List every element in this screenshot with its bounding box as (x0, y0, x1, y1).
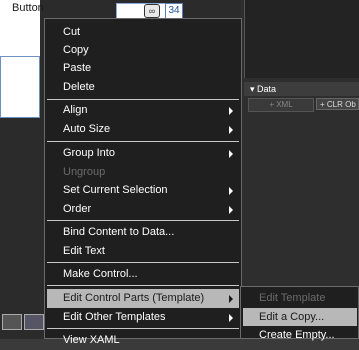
template-submenu: Edit Template Edit a Copy... Create Empt… (240, 286, 359, 341)
menu-item-make-control[interactable]: Make Control... (47, 265, 239, 284)
selected-element-label: Button (12, 2, 44, 14)
link-icon[interactable]: ∞ (144, 4, 160, 18)
grid-view-icon[interactable] (2, 314, 22, 330)
data-panel-header[interactable]: ▾ Data (244, 82, 359, 96)
menu-item-order[interactable]: Order (47, 200, 239, 219)
menu-separator (47, 262, 239, 263)
menu-item-align[interactable]: Align (47, 101, 239, 120)
menu-item-label: Edit Control Parts (Template) (63, 292, 205, 304)
menu-item-paste[interactable]: Paste (47, 59, 239, 78)
collapse-triangle-icon[interactable]: ▾ (250, 84, 257, 94)
submenu-arrow-icon (229, 187, 233, 195)
menu-item-edit-other-templates[interactable]: Edit Other Templates (47, 308, 239, 327)
menu-item-label: Edit Other Templates (63, 311, 166, 323)
menu-separator (47, 285, 239, 286)
snap-grid-icon[interactable] (24, 314, 44, 330)
menu-item-edit-control-parts[interactable]: Edit Control Parts (Template) (47, 289, 239, 308)
properties-area (244, 0, 359, 78)
menu-item-label: Set Current Selection (63, 184, 168, 196)
menu-item-set-current-selection[interactable]: Set Current Selection (47, 181, 239, 200)
menu-item-label: Group Into (63, 147, 115, 159)
menu-item-label: Auto Size (63, 123, 111, 135)
menu-separator (47, 220, 239, 221)
submenu-item-edit-template: Edit Template (259, 292, 326, 304)
selected-element-outline[interactable] (0, 56, 40, 118)
submenu-arrow-icon (229, 126, 233, 134)
menu-separator (47, 328, 239, 329)
size-ruler (116, 3, 168, 19)
menu-item-copy[interactable]: Copy (47, 41, 239, 60)
data-panel-title: Data (257, 84, 277, 94)
menu-item-label: Order (63, 203, 92, 215)
menu-item-label: Align (63, 104, 88, 116)
add-clr-object-button[interactable]: + CLR Ob (316, 98, 359, 110)
add-xml-button[interactable]: + XML (248, 98, 314, 112)
submenu-item-edit-a-copy[interactable]: Edit a Copy... (243, 308, 357, 326)
menu-item-auto-size[interactable]: Auto Size (47, 120, 239, 139)
menu-item-bind-content[interactable]: Bind Content to Data... (47, 223, 239, 242)
menu-separator (47, 141, 239, 142)
submenu-arrow-icon (229, 295, 233, 303)
menu-item-ungroup: Ungroup (63, 166, 106, 178)
menu-item-group-into[interactable]: Group Into (47, 144, 239, 163)
menu-item-delete[interactable]: Delete (47, 78, 239, 97)
submenu-arrow-icon (229, 150, 233, 158)
menu-item-cut[interactable]: Cut (47, 23, 239, 42)
ruler-value-box[interactable]: 34 (165, 3, 183, 19)
menu-item-view-xaml[interactable]: View XAML (47, 331, 239, 350)
menu-separator (47, 99, 239, 100)
submenu-item-create-empty[interactable]: Create Empty... (243, 326, 357, 344)
menu-item-edit-text[interactable]: Edit Text (47, 242, 239, 261)
context-menu: Cut Copy Paste Delete Align Auto Size Gr… (44, 18, 242, 346)
submenu-arrow-icon (229, 206, 233, 214)
submenu-arrow-icon (229, 107, 233, 115)
submenu-arrow-icon (229, 314, 233, 322)
